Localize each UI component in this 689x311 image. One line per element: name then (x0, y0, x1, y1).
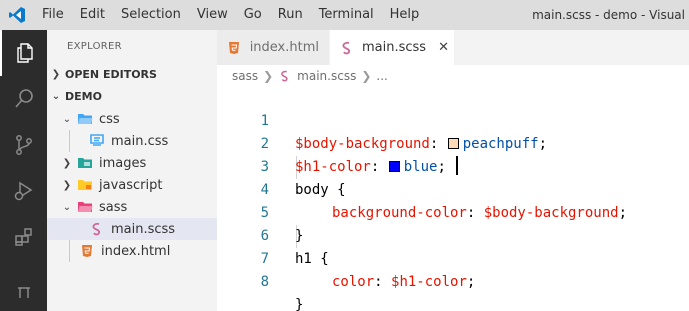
breadcrumb-separator-icon: ❯ (263, 69, 274, 83)
html-file-icon (227, 40, 242, 56)
chevron-right-icon: ❯ (51, 69, 61, 80)
code-line: 5 } (217, 179, 689, 244)
tree-label-sass: sass (99, 199, 128, 215)
menu-view[interactable]: View (189, 0, 236, 30)
breadcrumb-separator-icon: ❯ (361, 69, 372, 83)
vscode-logo-icon (0, 0, 34, 30)
workspace-label: DEMO (65, 90, 102, 103)
tab-index-html[interactable]: index.html (217, 30, 330, 65)
tree-label-images: images (99, 155, 147, 171)
activity-bar (0, 30, 47, 311)
sass-file-icon (278, 69, 292, 83)
code-line: 7 color: $h1-color; (217, 225, 689, 290)
folder-sass-icon (77, 199, 93, 215)
folder-images-icon (77, 155, 93, 171)
tree-label-css: css (99, 111, 120, 127)
line-number: 8 (260, 274, 269, 290)
tab-label-index-html: index.html (249, 40, 319, 55)
breadcrumb: sass ❯ main.scss ❯ ... (217, 65, 689, 87)
breadcrumb-file[interactable]: main.scss (297, 69, 356, 83)
code-editor[interactable]: 1 $body-background: peachpuff; 2 $h1-col… (217, 87, 689, 311)
code-line: 1 $body-background: peachpuff; (217, 87, 689, 152)
tree-folder-sass[interactable]: ⌄ sass (47, 196, 217, 218)
run-debug-icon[interactable] (0, 168, 47, 214)
tree-label-javascript: javascript (99, 177, 163, 193)
explorer-icon[interactable] (0, 30, 47, 76)
code-text: } (295, 297, 304, 311)
code-line: 6 h1 { (217, 202, 689, 267)
code-colon: : (374, 274, 392, 290)
title-bar: File Edit Selection View Go Run Terminal… (0, 0, 689, 30)
close-icon[interactable]: ✕ (438, 40, 449, 55)
menu-go[interactable]: Go (236, 0, 270, 30)
file-tree: ⌄ css main.css ❯ images ❯ javascript ⌄ s… (47, 108, 217, 262)
explorer-title: EXPLORER (67, 41, 122, 52)
tree-file-index-html[interactable]: index.html (47, 240, 217, 262)
breadcrumb-folder[interactable]: sass (232, 69, 258, 83)
sass-file-icon (340, 40, 354, 56)
sass-file-icon (89, 221, 105, 237)
tree-label-index-html: index.html (101, 243, 171, 259)
menu-bar: File Edit Selection View Go Run Terminal… (34, 0, 427, 30)
workspace-section[interactable]: ⌄ DEMO (47, 86, 217, 108)
tree-label-main-css: main.css (111, 133, 169, 149)
menu-file[interactable]: File (34, 0, 72, 30)
tab-label-main-scss: main.scss (362, 40, 427, 55)
open-editors-label: OPEN EDITORS (65, 68, 157, 81)
chevron-right-icon: ❯ (62, 179, 72, 191)
tree-label-main-scss: main.scss (111, 221, 176, 237)
chevron-down-icon: ⌄ (62, 113, 72, 125)
menu-edit[interactable]: Edit (72, 0, 113, 30)
html-file-icon (79, 243, 95, 259)
chevron-down-icon: ⌄ (62, 201, 72, 213)
source-control-icon[interactable] (0, 122, 47, 168)
code-line: 2 $h1-color: blue; (217, 110, 689, 175)
tree-folder-css[interactable]: ⌄ css (47, 108, 217, 130)
code-line: 8 } (217, 248, 689, 311)
menu-terminal[interactable]: Terminal (311, 0, 382, 30)
explorer-sidebar: EXPLORER ❯ OPEN EDITORS ⌄ DEMO ⌄ css mai… (47, 30, 217, 311)
chevron-right-icon: ❯ (62, 157, 72, 169)
menu-selection[interactable]: Selection (113, 0, 189, 30)
tree-file-main-scss[interactable]: main.scss (47, 218, 217, 240)
extensions-icon[interactable] (0, 214, 47, 260)
menu-run[interactable]: Run (270, 0, 311, 30)
chevron-down-icon: ⌄ (51, 91, 61, 102)
tab-main-scss[interactable]: main.scss ✕ (330, 30, 455, 65)
search-icon[interactable] (0, 76, 47, 122)
tree-file-main-css[interactable]: main.css (47, 130, 217, 152)
tree-folder-images[interactable]: ❯ images (47, 152, 217, 174)
code-line: 4 background-color: $body-background; (217, 156, 689, 221)
window-title: main.scss - demo - Visual (532, 8, 685, 22)
css-file-icon (89, 133, 105, 149)
accounts-icon[interactable] (0, 268, 47, 311)
folder-open-icon (77, 111, 93, 127)
css-property: color (332, 274, 375, 290)
code-line: 3 body { (217, 133, 689, 198)
open-editors-section[interactable]: ❯ OPEN EDITORS (47, 64, 217, 86)
folder-javascript-icon (77, 177, 93, 193)
code-semicolon: ; (466, 274, 476, 290)
editor-tab-bar: index.html main.scss ✕ (217, 30, 689, 65)
menu-help[interactable]: Help (382, 0, 428, 30)
scss-variable: $h1-color (391, 274, 467, 290)
tree-folder-javascript[interactable]: ❯ javascript (47, 174, 217, 196)
breadcrumb-more[interactable]: ... (376, 69, 387, 83)
